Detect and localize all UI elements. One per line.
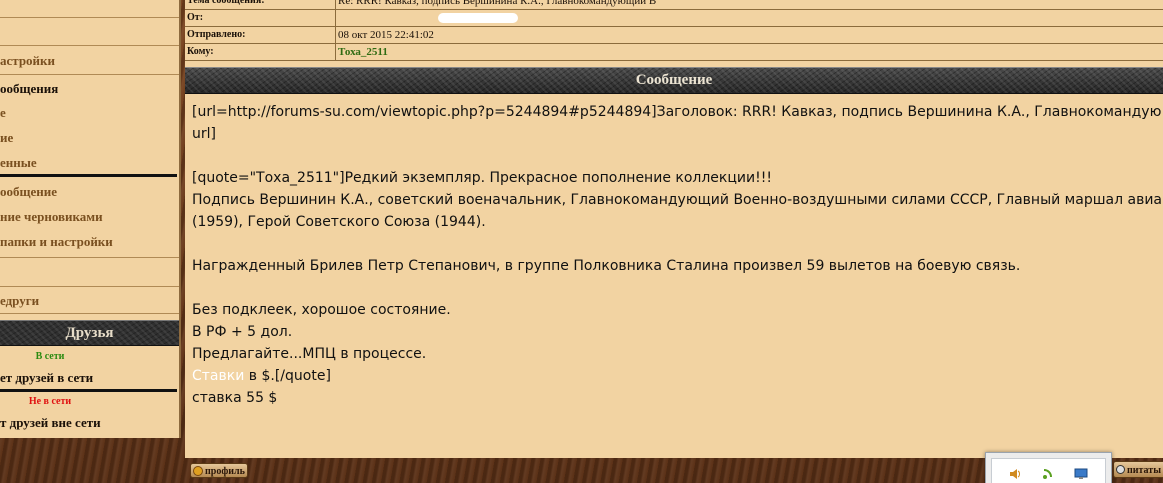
system-tray-popup <box>985 452 1112 483</box>
divider <box>0 313 179 314</box>
subject-label: Тема сообщения: <box>187 0 336 10</box>
divider <box>0 389 177 392</box>
online-label: В сети <box>35 351 65 362</box>
user-icon <box>193 466 203 476</box>
sent-label: Отправлено: <box>187 27 336 44</box>
message-line: Ставки в $.[/quote] <box>192 365 1162 387</box>
from-value[interactable] <box>338 10 638 27</box>
divider <box>0 74 179 75</box>
message-line: Без подклеек, хорошое состояние. <box>192 302 451 318</box>
divider <box>0 286 179 287</box>
message-line <box>192 277 1162 299</box>
divider <box>0 45 179 46</box>
message-line: В РФ + 5 дол. <box>192 324 293 340</box>
profile-button-label: профиль <box>205 466 245 477</box>
message-line: ставка 55 $ <box>192 390 278 406</box>
speaker-icon[interactable] <box>1008 468 1022 480</box>
sidebar-item-inbox[interactable]: е <box>0 100 179 125</box>
message-line <box>192 233 1162 255</box>
sent-row: Отправлено: 08 окт 2015 22:41:02 <box>185 27 1163 44</box>
friends-header: Друзья <box>0 320 179 346</box>
message-section-header: Сообщение <box>185 67 1163 94</box>
to-user-link[interactable]: Тоха_2511 <box>338 44 388 61</box>
from-row: От: <box>185 10 1163 27</box>
stavki-rest: в $.[/quote] <box>244 368 331 384</box>
display-icon[interactable] <box>1074 468 1088 480</box>
no-online-friends: ет друзей в сети <box>0 370 94 385</box>
sidebar-item-settings[interactable]: астройки <box>0 48 179 73</box>
sidebar-item-friends-foes[interactable]: едруги <box>0 288 179 313</box>
message-panel: Тема сообщения: Re: RRR! Кавказ, подпись… <box>185 0 1163 458</box>
subject-value: Re: RRR! Кавказ, подпись Вершинина К.А.,… <box>338 0 657 7</box>
left-sidebar: астройки ообщения е ие енные ообщение ни… <box>0 0 181 438</box>
message-line: [quote="Тоха_2511"]Редкий экземпляр. Пре… <box>192 170 772 186</box>
sidebar-item-outbox[interactable]: ие <box>0 125 179 150</box>
sidebar-item-messages[interactable]: ообщения <box>0 76 179 101</box>
message-line: (1959), Герой Советского Союза (1944). <box>192 214 486 230</box>
divider <box>0 17 179 18</box>
sidebar-item-drafts[interactable]: ние черновиками <box>0 204 179 229</box>
redacted-sender <box>438 13 518 23</box>
quote-button-label: питаты <box>1127 465 1162 476</box>
message-line: Награжденный Брилев Петр Степанович, в г… <box>192 258 1021 274</box>
offline-label: Не в сети <box>28 396 72 407</box>
sent-value: 08 окт 2015 22:41:02 <box>338 29 434 41</box>
from-label: От: <box>187 10 336 27</box>
divider <box>0 257 179 258</box>
quote-icon <box>1116 465 1125 474</box>
to-label: Кому: <box>187 44 336 61</box>
network-icon[interactable] <box>1041 468 1055 480</box>
quote-button[interactable]: питаты <box>1113 461 1163 478</box>
sidebar-item-saved[interactable]: енные <box>0 150 179 175</box>
message-line: [url=http://forums-su.com/viewtopic.php?… <box>192 104 1162 120</box>
message-body: [url=http://forums-su.com/viewtopic.php?… <box>192 101 1162 409</box>
sidebar-item-new-message[interactable]: ообщение <box>0 179 179 204</box>
profile-button[interactable]: профиль <box>190 463 248 478</box>
stavki-link[interactable]: Ставки <box>192 368 244 384</box>
message-line <box>192 145 1162 167</box>
subject-row: Тема сообщения: Re: RRR! Кавказ, подпись… <box>185 0 1163 10</box>
to-row: Кому: Тоха_2511 <box>185 44 1163 61</box>
sidebar-item-folders[interactable]: папки и настройки <box>0 229 179 254</box>
message-line: url] <box>192 126 216 142</box>
divider <box>0 174 177 177</box>
message-line: Подпись Вершинин К.А., советский военача… <box>192 192 1162 208</box>
no-offline-friends: т друзей вне сети <box>0 415 101 430</box>
message-line: Предлагайте...МПЦ в процессе. <box>192 346 427 362</box>
